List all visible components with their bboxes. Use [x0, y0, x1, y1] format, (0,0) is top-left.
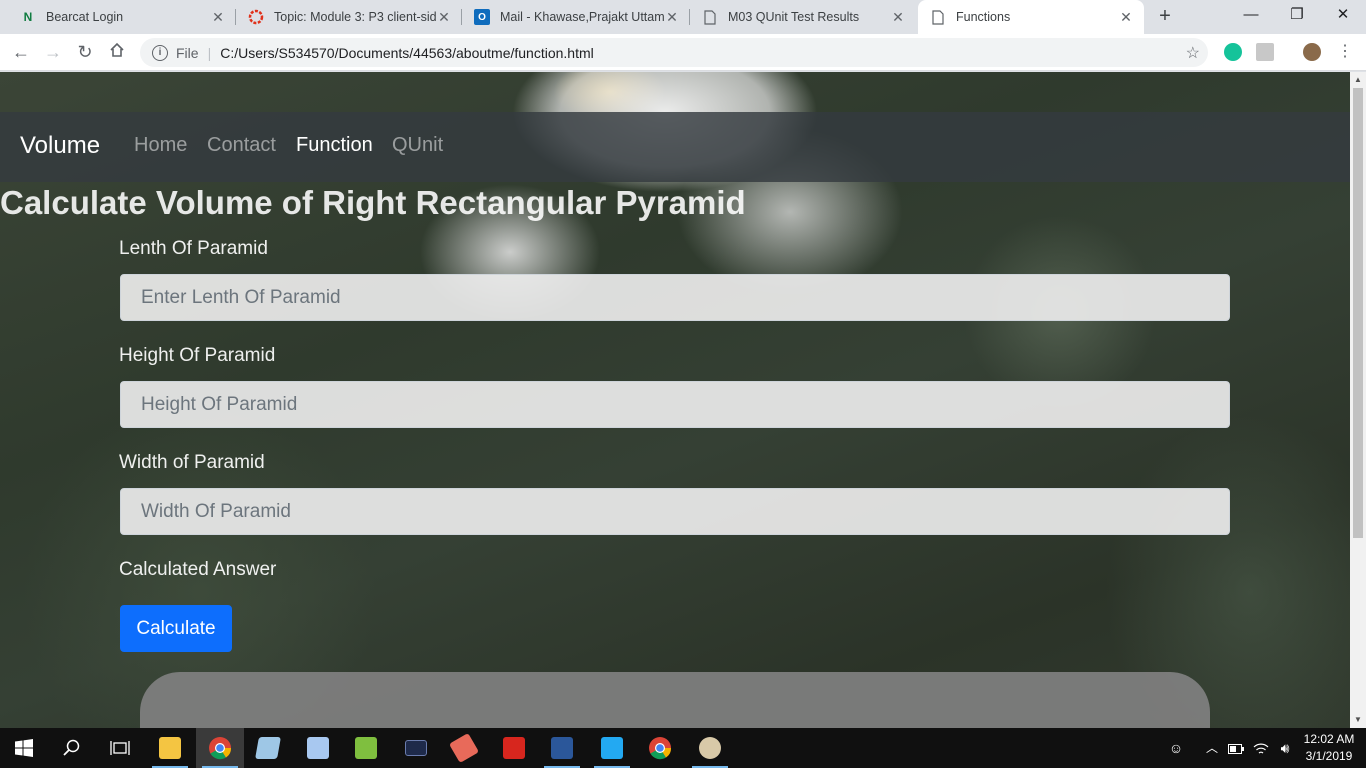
tab-mail[interactable]: O Mail - Khawase,Prajakt Uttamrao ✕	[462, 0, 690, 34]
home-icon[interactable]	[104, 40, 130, 66]
calculated-answer-label: Calculated Answer	[119, 559, 277, 580]
tab-title: M03 QUnit Test Results	[728, 10, 860, 24]
restore-icon[interactable]: ❐	[1274, 0, 1320, 32]
extension-icon[interactable]	[1256, 43, 1274, 61]
grammarly-icon[interactable]	[1224, 43, 1242, 61]
box-app-icon[interactable]	[294, 728, 342, 768]
browser-tab-strip: N Bearcat Login ✕ Topic: Module 3: P3 cl…	[0, 0, 1366, 34]
chevron-up-icon[interactable]: ︿	[1202, 728, 1222, 768]
tab-title: Topic: Module 3: P3 client-side	[274, 10, 436, 24]
height-input[interactable]	[120, 381, 1230, 428]
windows-taskbar: ☺ ︿ 🔊︎ 12:02 AM 3/1/2019	[0, 728, 1366, 768]
close-icon[interactable]: ✕	[436, 9, 452, 26]
new-tab-button[interactable]: +	[1153, 5, 1177, 29]
acrobat-icon[interactable]	[490, 728, 538, 768]
tab-title: Mail - Khawase,Prajakt Uttamrao	[500, 10, 664, 24]
profile-avatar[interactable]	[1303, 43, 1321, 61]
tab-qunit-results[interactable]: M03 QUnit Test Results ✕	[690, 0, 916, 34]
width-input[interactable]	[120, 488, 1230, 535]
onenote-icon: N	[23, 10, 33, 24]
nav-link-contact[interactable]: Contact	[207, 134, 276, 157]
paint-app-icon[interactable]	[440, 728, 488, 768]
nav-link-function[interactable]: Function	[296, 134, 373, 157]
page-scrollbar[interactable]: ▲ ▼	[1350, 72, 1366, 728]
address-scheme: File	[176, 44, 199, 61]
menu-kebab-icon[interactable]: ⋮	[1332, 40, 1358, 66]
close-icon[interactable]: ✕	[1118, 9, 1134, 26]
search-icon[interactable]	[48, 728, 96, 768]
length-input[interactable]	[120, 274, 1230, 321]
clock-date: 3/1/2019	[1305, 749, 1353, 763]
forward-icon[interactable]: →	[40, 40, 66, 66]
word-icon[interactable]	[538, 728, 586, 768]
width-label: Width of Paramid	[119, 452, 265, 473]
navbar-brand[interactable]: Volume	[20, 132, 100, 160]
windows-start-icon[interactable]	[0, 728, 48, 768]
length-label: Lenth Of Paramid	[119, 238, 268, 259]
file-explorer-icon[interactable]	[146, 728, 194, 768]
address-divider: |	[207, 44, 212, 61]
document-icon	[930, 9, 946, 25]
bookmark-star-icon[interactable]: ☆	[1186, 43, 1200, 63]
page-heading: Calculate Volume of Right Rectangular Py…	[0, 184, 746, 221]
people-icon[interactable]: ☺	[1164, 728, 1188, 768]
address-bar[interactable]: i File | C:/Users/S534570/Documents/4456…	[140, 38, 1208, 67]
canvas-icon	[248, 9, 264, 25]
scrollbar-thumb[interactable]	[1353, 88, 1363, 538]
chrome-icon[interactable]	[196, 728, 244, 768]
editor-icon[interactable]	[342, 728, 390, 768]
outlook-icon: O	[474, 9, 490, 25]
terminal-icon[interactable]	[392, 728, 440, 768]
tab-title: Functions	[956, 10, 1011, 24]
info-icon[interactable]: i	[152, 44, 168, 61]
nav-link-qunit[interactable]: QUnit	[392, 134, 443, 157]
chrome-2-icon[interactable]	[636, 728, 684, 768]
tab-bearcat-login[interactable]: N Bearcat Login ✕	[8, 0, 236, 34]
minimize-icon[interactable]: —	[1228, 0, 1274, 32]
close-icon[interactable]: ✕	[210, 9, 226, 26]
volume-icon[interactable]: 🔊︎	[1274, 728, 1296, 768]
notepad-icon[interactable]	[244, 728, 292, 768]
tab-title: Bearcat Login	[46, 10, 124, 24]
clock-time: 12:02 AM	[1303, 732, 1355, 746]
back-icon[interactable]: ←	[8, 40, 34, 66]
system-clock[interactable]: 12:02 AM 3/1/2019	[1296, 731, 1362, 765]
paint-palette-icon[interactable]	[686, 728, 734, 768]
reload-icon[interactable]: ↻	[72, 40, 98, 66]
battery-icon[interactable]	[1226, 728, 1246, 768]
address-url[interactable]: C:/Users/S534570/Documents/44563/aboutme…	[220, 45, 594, 61]
height-label: Height Of Paramid	[119, 345, 276, 366]
scroll-up-icon[interactable]: ▲	[1350, 72, 1366, 88]
close-window-icon[interactable]: ✕	[1320, 0, 1366, 32]
wifi-icon[interactable]	[1250, 728, 1272, 768]
nav-link-home[interactable]: Home	[134, 134, 187, 157]
vscode-icon[interactable]	[588, 728, 636, 768]
calculate-button[interactable]: Calculate	[120, 605, 232, 652]
document-icon	[702, 9, 718, 25]
page-viewport: Volume Home Contact Function QUnit Calcu…	[0, 72, 1350, 728]
tab-functions[interactable]: Functions ✕	[918, 0, 1144, 34]
browser-toolbar: ← → ↻ i File | C:/Users/S534570/Document…	[0, 34, 1366, 71]
close-icon[interactable]: ✕	[664, 9, 680, 26]
site-navbar: Volume Home Contact Function QUnit	[0, 112, 1350, 182]
close-icon[interactable]: ✕	[890, 9, 906, 26]
task-view-icon[interactable]	[96, 728, 144, 768]
scroll-down-icon[interactable]: ▼	[1350, 712, 1366, 728]
tab-topic-module[interactable]: Topic: Module 3: P3 client-side ✕	[236, 0, 462, 34]
content-card	[140, 672, 1210, 728]
